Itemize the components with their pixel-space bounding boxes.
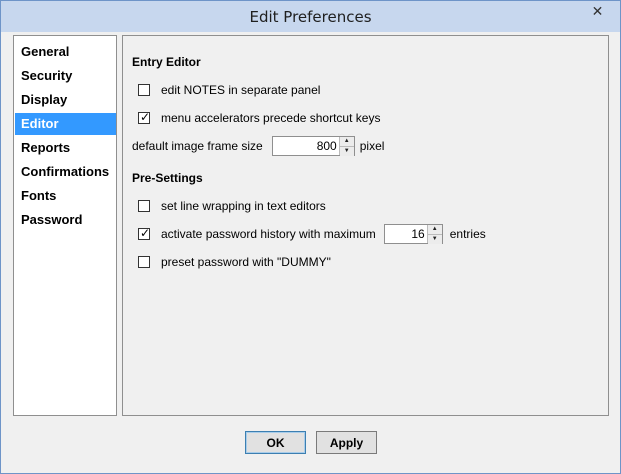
section-heading-entry-editor: Entry Editor	[132, 55, 201, 69]
nav-item-display[interactable]: Display	[15, 89, 116, 111]
edit-notes-option[interactable]: edit NOTES in separate panel	[138, 80, 320, 100]
spin-down-icon[interactable]: ▼	[427, 234, 442, 244]
password-history-input[interactable]	[384, 225, 427, 243]
window-title: Edit Preferences	[249, 8, 372, 26]
nav-item-editor[interactable]: Editor	[15, 113, 116, 135]
line-wrapping-option[interactable]: set line wrapping in text editors	[138, 196, 326, 216]
nav-item-password[interactable]: Password	[15, 209, 116, 231]
dialog-body: General Security Display Editor Reports …	[9, 32, 612, 465]
preset-password-checkbox[interactable]	[138, 256, 150, 268]
spin-up-icon[interactable]: ▲	[339, 137, 354, 146]
edit-notes-label: edit NOTES in separate panel	[161, 83, 321, 97]
password-history-unit: entries	[449, 227, 486, 241]
frame-size-spinner[interactable]: ▲ ▼	[271, 136, 355, 156]
close-icon[interactable]: ✕	[575, 1, 620, 22]
password-history-spinner[interactable]: ▲ ▼	[383, 224, 443, 244]
category-list: General Security Display Editor Reports …	[13, 35, 117, 416]
edit-notes-checkbox[interactable]	[138, 84, 150, 96]
preset-password-label: preset password with "DUMMY"	[161, 255, 331, 269]
check-mark-icon: ✓	[140, 110, 151, 124]
section-heading-pre-settings: Pre-Settings	[132, 171, 203, 185]
menu-accelerators-checkbox[interactable]: ✓	[138, 110, 151, 124]
frame-size-unit: pixel	[359, 139, 385, 153]
password-history-option: ✓ activate password history with maximum…	[138, 224, 486, 244]
spin-up-icon[interactable]: ▲	[427, 225, 442, 234]
nav-item-security[interactable]: Security	[15, 65, 116, 87]
title-bar[interactable]: Edit Preferences ✕	[1, 1, 620, 32]
apply-button[interactable]: Apply	[316, 431, 377, 454]
line-wrapping-label: set line wrapping in text editors	[161, 199, 326, 213]
spin-down-icon[interactable]: ▼	[339, 146, 354, 156]
menu-accelerators-option[interactable]: ✓ menu accelerators precede shortcut key…	[138, 108, 380, 128]
line-wrapping-checkbox[interactable]	[138, 200, 150, 212]
ok-button[interactable]: OK	[245, 431, 306, 454]
password-history-checkbox[interactable]: ✓	[138, 226, 151, 240]
preset-password-option[interactable]: preset password with "DUMMY"	[138, 252, 331, 272]
nav-item-general[interactable]: General	[15, 41, 116, 63]
nav-item-confirmations[interactable]: Confirmations	[15, 161, 116, 183]
menu-accelerators-label: menu accelerators precede shortcut keys	[161, 111, 381, 125]
editor-settings-panel: Entry Editor edit NOTES in separate pane…	[122, 35, 609, 416]
preferences-window: Edit Preferences ✕ General Security Disp…	[0, 0, 621, 474]
nav-item-fonts[interactable]: Fonts	[15, 185, 116, 207]
frame-size-input[interactable]	[272, 137, 339, 155]
password-history-label: activate password history with maximum	[161, 227, 376, 241]
check-mark-icon: ✓	[140, 226, 151, 240]
frame-size-row: default image frame size ▲ ▼ pixel	[132, 136, 384, 156]
nav-item-reports[interactable]: Reports	[15, 137, 116, 159]
frame-size-label: default image frame size	[132, 139, 263, 153]
